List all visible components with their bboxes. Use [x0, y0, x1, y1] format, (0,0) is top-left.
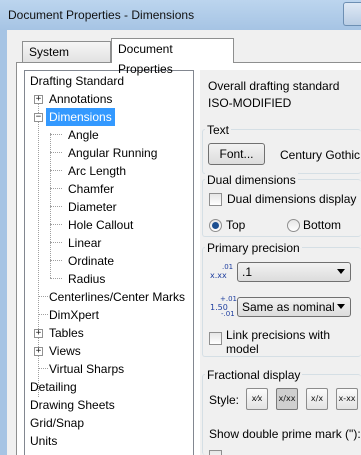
tree-item-arc-length[interactable]: Arc Length: [68, 162, 126, 180]
tree-guide-line: [50, 260, 62, 261]
title-bar[interactable]: Document Properties - Dimensions: [0, 0, 361, 30]
tree-item-angle[interactable]: Angle: [68, 126, 99, 144]
tree-guide-line: [38, 314, 48, 315]
tree-item-radius[interactable]: Radius: [68, 270, 105, 288]
dropdown-arrow-icon: [337, 269, 345, 274]
tree-item-grid-snap[interactable]: Grid/Snap: [30, 414, 84, 432]
tree-item-drafting-standard[interactable]: Drafting Standard: [30, 72, 124, 90]
tol-icon-bottom: -.01: [221, 310, 235, 318]
tree-item-angular-running[interactable]: Angular Running: [68, 144, 157, 162]
tree-guide-line: [50, 278, 62, 279]
tree-item-virtual-sharps[interactable]: Virtual Sharps: [49, 360, 124, 378]
fraction-style-dash-button[interactable]: x-xx: [336, 388, 358, 410]
top-radio-label: Top: [226, 218, 246, 232]
primary-precision-title: Primary precision: [205, 241, 302, 255]
text-group-title: Text: [205, 123, 232, 137]
tab-document-properties[interactable]: Document Properties: [111, 38, 234, 76]
collapse-minus-icon[interactable]: −: [34, 113, 43, 122]
expand-plus-icon[interactable]: +: [34, 347, 43, 356]
tree-item-diameter[interactable]: Diameter: [68, 198, 117, 216]
tree-item-ordinate[interactable]: Ordinate: [68, 252, 114, 270]
tree-item-annotations[interactable]: Annotations: [49, 90, 112, 108]
tree-guide-line: [38, 368, 48, 369]
unit-precision-select[interactable]: .1: [237, 262, 351, 282]
tree-guide-line: [38, 296, 48, 297]
fractional-display-title: Fractional display: [205, 368, 303, 382]
fraction-style-stacked-button[interactable]: x⁄x: [246, 388, 268, 410]
tree-item-detailing[interactable]: Detailing: [30, 378, 77, 396]
overall-standard-value: ISO-MODIFIED: [208, 96, 292, 110]
dual-dimensions-title: Dual dimensions: [205, 173, 298, 187]
font-button[interactable]: Font...: [208, 143, 265, 165]
fraction-style-bar-button[interactable]: x/xx: [276, 388, 298, 410]
tree-item-dimxpert[interactable]: DimXpert: [49, 306, 99, 324]
tree-item-drawing-sheets[interactable]: Drawing Sheets: [30, 396, 115, 414]
tree-guide-line: [50, 170, 62, 171]
tree-item-hole-callout[interactable]: Hole Callout: [68, 216, 133, 234]
tree-item-linear[interactable]: Linear: [68, 234, 101, 252]
bottom-radio-label: Bottom: [303, 218, 342, 232]
unit-icon-main: x.xx: [210, 271, 227, 280]
top-radio[interactable]: [209, 219, 222, 232]
font-button-label: Font...: [219, 147, 254, 161]
link-precisions-label: Link precisions with model: [226, 328, 331, 356]
tree-item-tables[interactable]: Tables: [49, 324, 84, 342]
tab-system-options[interactable]: System Options: [22, 41, 111, 79]
tree-guide-line: [50, 224, 62, 225]
style-label: Style:: [209, 393, 240, 407]
tree-item-views[interactable]: Views: [49, 342, 81, 360]
tree-item-dimensions[interactable]: Dimensions: [46, 108, 115, 126]
tab-label: Document Properties: [118, 42, 173, 76]
options-tree[interactable]: Drafting Standard + Annotations − Dimens…: [24, 70, 194, 455]
tree-guide-line: [50, 206, 62, 207]
window-control-button[interactable]: [343, 2, 361, 26]
double-prime-label: Show double prime mark ("):: [209, 427, 361, 441]
fraction-style-slash-button[interactable]: x/x: [306, 388, 328, 410]
expand-plus-icon[interactable]: +: [34, 95, 43, 104]
tolerance-precision-select[interactable]: Same as nominal: [237, 297, 351, 317]
dropdown-arrow-icon: [337, 304, 345, 309]
tree-item-centerlines[interactable]: Centerlines/Center Marks: [49, 288, 185, 306]
bottom-radio[interactable]: [287, 219, 300, 232]
unit-icon-top: .01: [222, 263, 234, 271]
tolerance-precision-value: Same as nominal: [242, 300, 335, 314]
tree-item-chamfer[interactable]: Chamfer: [68, 180, 114, 198]
overall-standard-label: Overall drafting standard: [208, 79, 340, 93]
fractional-display-group: [202, 374, 361, 455]
tree-guide-line: [50, 242, 62, 243]
tree-guide-line: [50, 134, 62, 135]
window-title: Document Properties - Dimensions: [8, 8, 195, 22]
font-name: Century Gothic: [280, 148, 361, 162]
double-prime-checkbox[interactable]: [209, 450, 222, 455]
tree-item-units[interactable]: Units: [30, 432, 57, 450]
link-precisions-checkbox[interactable]: [209, 332, 222, 345]
expand-plus-icon[interactable]: +: [34, 329, 43, 338]
dual-display-label: Dual dimensions display: [227, 192, 357, 206]
tree-guide-line: [50, 152, 62, 153]
dual-display-checkbox[interactable]: [209, 193, 222, 206]
tree-guide-line: [50, 188, 62, 189]
unit-precision-value: .1: [242, 265, 253, 279]
tol-icon-top: +.01: [220, 295, 237, 303]
